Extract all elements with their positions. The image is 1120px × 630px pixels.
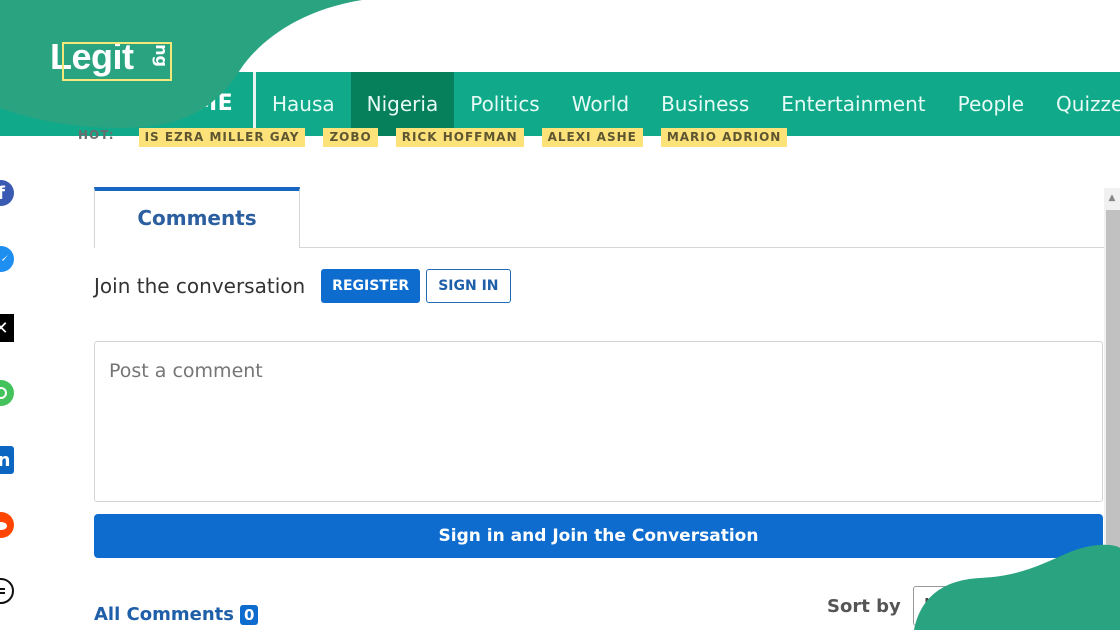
join-conversation-row: Join the conversation REGISTER SIGN IN bbox=[94, 269, 511, 303]
sort-select[interactable]: Newest bbox=[912, 586, 1003, 626]
x-icon[interactable]: ✕ bbox=[0, 314, 14, 342]
hot-topics-strip: HOT: IS EZRA MILLER GAY ZOBO RICK HOFFMA… bbox=[78, 128, 805, 148]
hot-tag[interactable]: RICK HOFFMAN bbox=[395, 128, 524, 147]
logo-suffix: ng bbox=[151, 44, 171, 67]
comments-tab-row: Comments bbox=[94, 187, 1104, 248]
nav-item-quizzes[interactable]: Quizzes bbox=[1040, 72, 1120, 136]
nav-item-home[interactable]: OME bbox=[150, 72, 254, 136]
hot-tag[interactable]: MARIO ADRION bbox=[660, 128, 788, 147]
messenger-icon[interactable] bbox=[0, 246, 14, 272]
hot-tag[interactable]: ALEXI ASHE bbox=[541, 128, 643, 147]
facebook-icon[interactable]: f bbox=[0, 180, 14, 206]
all-comments-label[interactable]: All Comments bbox=[94, 604, 234, 625]
sort-control: Sort by Newest bbox=[827, 586, 1003, 626]
nav-item-entertainment[interactable]: Entertainment bbox=[765, 72, 941, 136]
whatsapp-icon[interactable] bbox=[0, 380, 14, 406]
sign-in-join-button[interactable]: Sign in and Join the Conversation bbox=[94, 514, 1103, 558]
hot-tag[interactable]: ZOBO bbox=[323, 128, 378, 147]
nav-item-hausa[interactable]: Hausa bbox=[256, 72, 351, 136]
nav-item-people[interactable]: People bbox=[942, 72, 1040, 136]
comments-scrollbar[interactable]: ▲ bbox=[1104, 188, 1120, 630]
sort-label: Sort by bbox=[827, 595, 901, 617]
tab-comments[interactable]: Comments bbox=[94, 187, 300, 248]
scroll-up-arrow-icon[interactable]: ▲ bbox=[1104, 188, 1120, 208]
reddit-icon[interactable] bbox=[0, 512, 14, 538]
register-button[interactable]: REGISTER bbox=[321, 269, 421, 303]
nav-item-nigeria[interactable]: Nigeria bbox=[350, 72, 455, 136]
join-label: Join the conversation bbox=[94, 274, 306, 298]
comment-input[interactable] bbox=[94, 341, 1103, 502]
hot-label: HOT: bbox=[78, 128, 115, 142]
nav-item-politics[interactable]: Politics bbox=[454, 72, 556, 136]
sign-in-button[interactable]: SIGN IN bbox=[426, 269, 511, 303]
nav-items: Hausa Nigeria Politics World Business En… bbox=[256, 72, 1120, 136]
email-icon[interactable] bbox=[0, 578, 14, 604]
nav-item-business[interactable]: Business bbox=[645, 72, 765, 136]
comment-count-badge: 0 bbox=[239, 604, 259, 625]
main-navbar: OME Hausa Nigeria Politics World Busines… bbox=[0, 72, 1120, 136]
scroll-thumb[interactable] bbox=[1106, 210, 1120, 630]
linkedin-icon[interactable]: in bbox=[0, 446, 14, 474]
nav-item-world[interactable]: World bbox=[556, 72, 645, 136]
all-comments-header: All Comments 0 bbox=[94, 604, 259, 625]
hot-tag[interactable]: IS EZRA MILLER GAY bbox=[138, 128, 306, 147]
